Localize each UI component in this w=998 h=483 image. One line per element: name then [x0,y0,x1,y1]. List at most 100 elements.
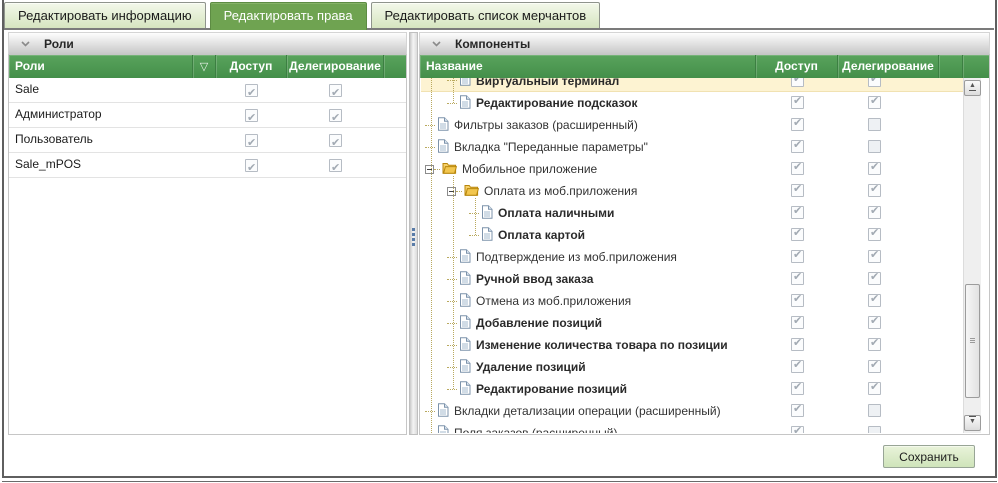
tree-item[interactable]: Редактирование позиций [421,378,964,400]
delegation-checkbox[interactable] [868,96,881,109]
delegation-checkbox[interactable] [868,404,881,417]
vertical-scrollbar[interactable]: ▲ ▼ [963,78,981,433]
roles-table-header: Роли ▽ Доступ Делегирование [9,55,406,78]
delegation-checkbox[interactable] [868,426,881,433]
delegation-checkbox[interactable] [329,134,342,147]
access-checkbox[interactable] [791,184,804,197]
roles-panel-header[interactable]: Роли [8,32,407,54]
scroll-up-button[interactable]: ▲ [964,80,981,96]
tree-item[interactable]: Поля заказов (расширенный) [421,422,964,433]
table-row[interactable]: Sale [9,78,406,103]
document-icon [459,95,471,112]
access-checkbox[interactable] [791,316,804,329]
tree-item[interactable]: Добавление позиций [421,312,964,334]
delegation-checkbox[interactable] [868,162,881,175]
access-checkbox[interactable] [791,228,804,241]
document-icon [459,315,471,332]
access-checkbox[interactable] [791,338,804,351]
column-header-roles[interactable]: Роли [9,55,193,78]
access-checkbox[interactable] [245,109,258,122]
access-checkbox[interactable] [791,404,804,417]
access-checkbox[interactable] [791,294,804,307]
access-checkbox[interactable] [791,382,804,395]
tree-item[interactable]: Подтверждение из моб.приложения [421,246,964,268]
scrollbar-thumb[interactable] [965,284,980,398]
tree-guide [453,176,454,389]
tree-item[interactable]: Отмена из моб.приложения [421,290,964,312]
access-checkbox[interactable] [791,78,804,87]
delegation-checkbox[interactable] [868,382,881,395]
delegation-checkbox[interactable] [868,360,881,373]
access-checkbox[interactable] [245,84,258,97]
tree-item[interactable]: Оплата наличными [421,202,964,224]
tab-edit-info[interactable]: Редактировать информацию [4,2,206,28]
tree-item[interactable]: Фильтры заказов (расширенный) [421,114,964,136]
delegation-checkbox[interactable] [868,250,881,263]
document-icon [459,78,471,89]
collapse-expander-icon[interactable] [447,187,456,196]
components-panel-title: Компоненты [455,37,530,51]
access-checkbox[interactable] [245,159,258,172]
role-name: Sale_mPOS [9,153,193,177]
tree-item[interactable]: Вкладка "Переданные параметры" [421,136,964,158]
delegation-checkbox[interactable] [329,84,342,97]
tree-item[interactable]: Ручной ввод заказа [421,268,964,290]
tree-item[interactable]: Удаление позиций [421,356,964,378]
access-checkbox[interactable] [791,162,804,175]
panel-splitter[interactable] [409,32,418,435]
tree-item-label: Отмена из моб.приложения [476,294,631,308]
column-header-name[interactable]: Название [420,55,756,78]
tree-item[interactable]: Изменение количества товара по позиции [421,334,964,356]
tree-item[interactable]: Редактирование подсказок [421,92,964,114]
access-checkbox[interactable] [791,250,804,263]
column-header-access[interactable]: Доступ [216,55,287,78]
column-header-scroll-spacer [963,55,989,78]
filter-icon[interactable]: ▽ [193,55,216,78]
save-button[interactable]: Сохранить [883,445,975,468]
access-checkbox[interactable] [791,426,804,433]
delegation-checkbox[interactable] [868,338,881,351]
tree-item[interactable]: Виртуальный терминал [421,78,964,92]
table-row[interactable]: Администратор [9,103,406,128]
tree-item[interactable]: Оплата картой [421,224,964,246]
document-icon [459,359,471,376]
table-row[interactable]: Sale_mPOS [9,153,406,178]
delegation-checkbox[interactable] [868,228,881,241]
tree-item[interactable]: Мобильное приложение [421,158,964,180]
delegation-checkbox[interactable] [868,78,881,87]
collapse-expander-icon[interactable] [425,165,434,174]
access-checkbox[interactable] [791,206,804,219]
column-header-delegation[interactable]: Делегирование [838,55,939,78]
components-panel-header[interactable]: Компоненты [419,32,990,54]
column-header-spacer [939,55,963,78]
access-checkbox[interactable] [245,134,258,147]
delegation-checkbox[interactable] [868,118,881,131]
components-panel: Компоненты Название Доступ Делегирование… [419,32,990,435]
access-checkbox[interactable] [791,140,804,153]
tree-item[interactable]: Вкладки детализации операции (расширенны… [421,400,964,422]
table-row[interactable]: Пользователь [9,128,406,153]
delegation-checkbox[interactable] [868,272,881,285]
access-checkbox[interactable] [791,118,804,131]
tree-item-label: Подтверждение из моб.приложения [476,250,677,264]
access-checkbox[interactable] [791,272,804,285]
delegation-checkbox[interactable] [868,294,881,307]
delegation-checkbox[interactable] [868,206,881,219]
delegation-checkbox[interactable] [329,109,342,122]
tree-item-label: Оплата из моб.приложения [484,184,637,198]
roles-panel: Роли Роли ▽ Доступ Делегирование SaleАдм… [8,32,407,435]
access-checkbox[interactable] [791,360,804,373]
column-header-delegation[interactable]: Делегирование [287,55,384,78]
tree-item[interactable]: Оплата из моб.приложения [421,180,964,202]
tab-edit-rights[interactable]: Редактировать права [210,2,367,30]
tab-edit-merchant-list[interactable]: Редактировать список мерчантов [371,2,601,28]
delegation-checkbox[interactable] [329,159,342,172]
delegation-checkbox[interactable] [868,316,881,329]
delegation-checkbox[interactable] [868,184,881,197]
delegation-checkbox[interactable] [868,140,881,153]
document-icon [481,227,493,244]
access-checkbox[interactable] [791,96,804,109]
tab-bar: Редактировать информацию Редактировать п… [4,2,994,30]
scroll-down-button[interactable]: ▼ [964,415,981,431]
column-header-access[interactable]: Доступ [756,55,838,78]
